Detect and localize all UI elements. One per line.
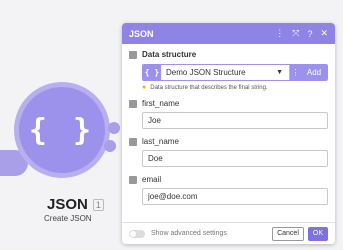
first-name-input[interactable]: Joe <box>142 112 328 129</box>
close-icon[interactable]: ✕ <box>320 28 328 39</box>
add-structure-button[interactable]: Add <box>301 65 327 80</box>
field-first-name: first_name Joe <box>129 99 328 129</box>
chevron-down-icon[interactable]: ▼ <box>276 65 289 80</box>
lightbulb-icon: ● <box>142 84 147 91</box>
structure-icon: { } <box>143 65 161 80</box>
module-name-label: JSON <box>47 196 88 213</box>
data-structure-hint: ● Data structure that describes the fina… <box>142 84 328 91</box>
field-toggle-icon[interactable] <box>129 175 137 184</box>
field-label-row: last_name <box>129 137 328 146</box>
field-label: first_name <box>142 99 180 108</box>
connection-dot[interactable] <box>104 140 116 152</box>
json-module-node[interactable]: { } <box>14 82 110 178</box>
advanced-settings-label[interactable]: Show advanced settings <box>151 230 272 237</box>
field-email: email joe@doe.com <box>129 175 328 205</box>
more-vertical-icon[interactable]: ⋮ <box>275 28 284 39</box>
email-input[interactable]: joe@doe.com <box>142 188 328 205</box>
field-label: email <box>142 175 162 184</box>
hint-text: Data structure that describes the final … <box>150 84 268 91</box>
connection-dot[interactable] <box>108 122 120 134</box>
module-settings-panel: JSON ⋮ ⤧ ? ✕ Data structure { } Demo JSO… <box>122 23 335 244</box>
module-id-badge: 1 <box>92 198 104 211</box>
field-toggle-icon[interactable] <box>129 50 137 59</box>
data-structure-select[interactable]: Demo JSON Structure <box>161 65 277 80</box>
field-last-name: last_name Doe <box>129 137 328 167</box>
ok-button[interactable]: OK <box>307 226 328 241</box>
advanced-settings-toggle[interactable] <box>129 229 145 238</box>
json-braces-icon: { } <box>28 112 96 148</box>
cancel-button[interactable]: Cancel <box>272 226 304 241</box>
data-structure-label-row: Data structure <box>129 50 328 59</box>
last-name-input[interactable]: Doe <box>142 150 328 167</box>
help-icon[interactable]: ? <box>307 29 312 39</box>
field-label-row: first_name <box>129 99 328 108</box>
data-structure-picker: { } Demo JSON Structure ▼ ⋮ Add <box>142 64 328 81</box>
panel-body: Data structure { } Demo JSON Structure ▼… <box>122 44 335 205</box>
field-label: last_name <box>142 137 179 146</box>
structure-menu-button[interactable]: ⋮ <box>289 65 301 80</box>
panel-title: JSON <box>129 28 154 39</box>
panel-footer: Show advanced settings Cancel OK <box>122 222 335 244</box>
panel-header: JSON ⋮ ⤧ ? ✕ <box>122 23 335 44</box>
expand-icon[interactable]: ⤧ <box>292 28 299 39</box>
field-label-row: email <box>129 175 328 184</box>
data-structure-label: Data structure <box>142 50 197 59</box>
field-toggle-icon[interactable] <box>129 137 137 146</box>
field-toggle-icon[interactable] <box>129 99 137 108</box>
module-title: JSON 1 <box>47 196 104 213</box>
module-subtitle: Create JSON <box>44 214 92 223</box>
